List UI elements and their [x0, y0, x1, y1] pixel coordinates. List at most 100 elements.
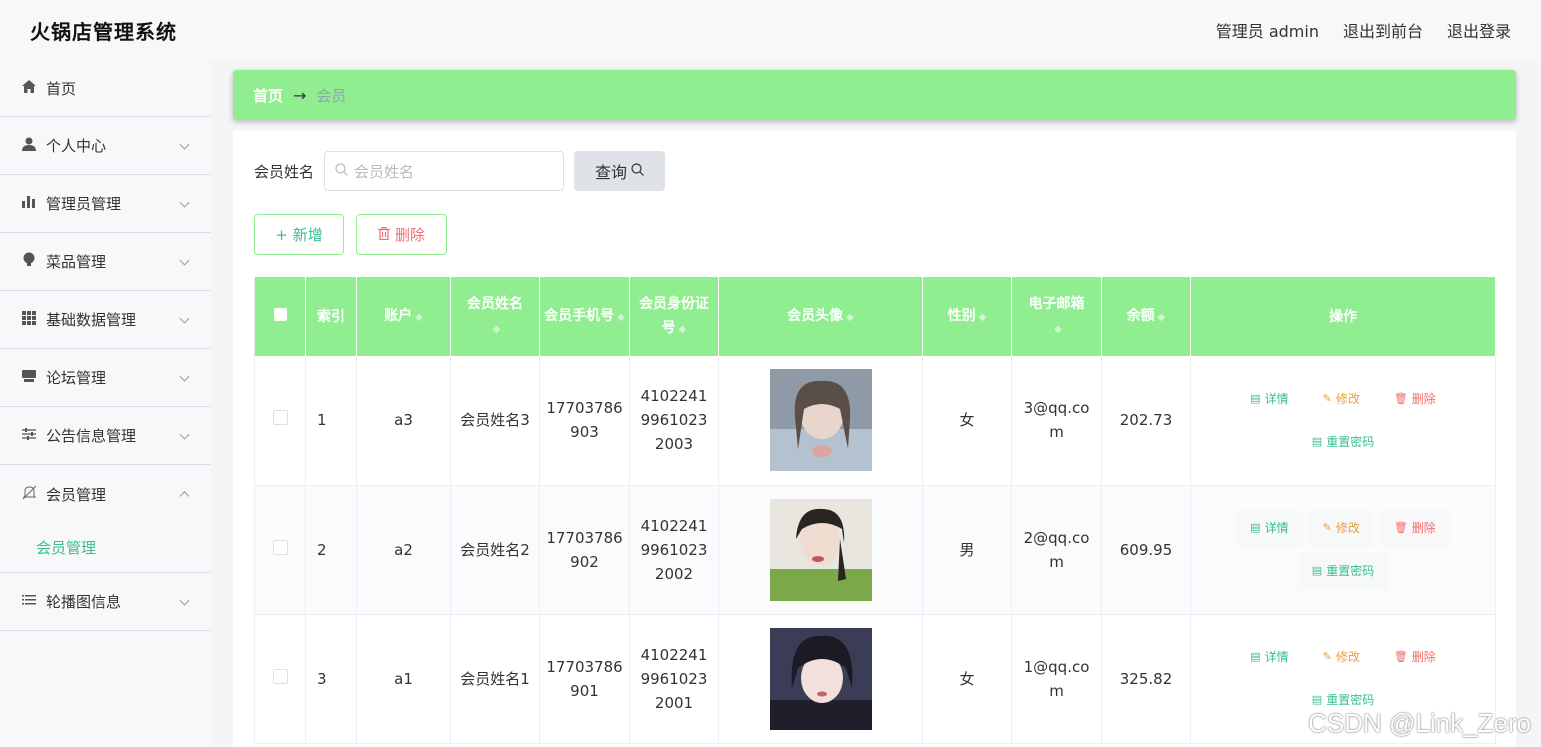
cell-gender: 女 [922, 614, 1012, 744]
edit-button[interactable]: ✎ 修改 [1308, 509, 1374, 547]
sort-icon: ◆ [978, 311, 987, 323]
sidebar-item-dishes[interactable]: 菜品管理 [0, 233, 210, 291]
sidebar-item-forum[interactable]: 论坛管理 [0, 349, 210, 407]
col-index: 索引 [305, 277, 357, 356]
document-icon: ▤ [1311, 564, 1323, 577]
main-panel: 会员姓名 会员姓名 查询 + 新增 删除 索引 账户 ◆ 会员姓名 ◆ 会员手机… [233, 131, 1516, 747]
cell-index: 1 [305, 356, 357, 486]
col-avatar[interactable]: 会员头像 ◆ [718, 277, 923, 356]
search-button[interactable]: 查询 [574, 151, 666, 191]
cell-account: a2 [356, 485, 451, 615]
delete-button[interactable]: 删除 [356, 214, 447, 255]
col-name[interactable]: 会员姓名 ◆ [450, 277, 540, 356]
chevron-down-icon [179, 429, 190, 440]
edit-button[interactable]: ✎ 修改 [1308, 380, 1374, 418]
cell-name: 会员姓名1 [450, 614, 540, 744]
breadcrumb-home[interactable]: 首页 [253, 85, 283, 106]
admin-label: 管理员 admin [1215, 22, 1319, 41]
logout-link[interactable]: 退出登录 [1447, 18, 1511, 42]
reset-password-button[interactable]: ▤ 重置密码 [1297, 423, 1389, 461]
bulb-icon [20, 252, 38, 271]
sort-icon: ◆ [846, 311, 854, 323]
cell-account: a1 [356, 614, 451, 744]
document-icon: ▤ [1250, 391, 1261, 405]
cell-balance: 325.82 [1101, 614, 1191, 744]
table-row: 2 a2 会员姓名2 17703786902 41022419961023200… [254, 485, 1496, 615]
cell-avatar [718, 356, 923, 486]
arrow-right-icon: → [293, 85, 307, 105]
chevron-down-icon [179, 313, 190, 324]
col-gender[interactable]: 性别 ◆ [922, 277, 1012, 356]
col-account[interactable]: 账户 ◆ [356, 277, 451, 356]
sidebar-item-label: 轮播图信息 [46, 593, 122, 611]
trash-icon [377, 226, 390, 244]
action-row: + 新增 删除 [254, 214, 447, 255]
add-button[interactable]: + 新增 [254, 214, 344, 255]
sidebar-item-home[interactable]: 首页 [0, 60, 210, 117]
members-table: 索引 账户 ◆ 会员姓名 ◆ 会员手机号 ◆ 会员身份证号 ◆ 会员头像 ◆ 性别 ◆ 电子… [254, 277, 1496, 744]
pencil-icon: ✎ [1322, 650, 1332, 663]
search-row: 会员姓名 会员姓名 查询 [254, 151, 666, 191]
sidebar-item-basedata[interactable]: 基础数据管理 [0, 291, 210, 349]
col-idcard[interactable]: 会员身份证号 ◆ [629, 277, 719, 356]
sidebar-item-label: 管理员管理 [46, 195, 122, 213]
exit-to-front-link[interactable]: 退出到前台 [1343, 18, 1423, 42]
detail-button[interactable]: ▤ 详情 [1236, 380, 1303, 418]
select-all-checkbox[interactable] [254, 277, 306, 356]
add-button-label: 新增 [292, 226, 323, 244]
chevron-down-icon [179, 371, 190, 382]
cell-index: 3 [305, 614, 357, 744]
app-title: 火锅店管理系统 [30, 19, 177, 44]
avatar [769, 498, 872, 601]
detail-button[interactable]: ▤ 详情 [1236, 509, 1303, 547]
sidebar-item-label: 菜品管理 [46, 253, 107, 271]
cell-idcard: 410224199610232001 [629, 614, 719, 744]
sidebar-item-members[interactable]: 会员管理 [0, 465, 210, 523]
search-input[interactable]: 会员姓名 [324, 151, 565, 191]
chevron-up-icon [179, 491, 190, 502]
cell-name: 会员姓名2 [450, 485, 540, 615]
top-header: 火锅店管理系统 管理员 admin 退出到前台 退出登录 [0, 0, 1541, 60]
delete-row-button[interactable]: 🗑︎ 删除 [1379, 509, 1450, 547]
chevron-down-icon [179, 197, 190, 208]
cell-index: 2 [305, 485, 357, 615]
row-checkbox[interactable] [254, 356, 306, 486]
pencil-icon: ✎ [1322, 521, 1332, 534]
sidebar-subitem-members[interactable]: 会员管理 [0, 523, 210, 573]
sliders-icon [20, 427, 38, 444]
delete-row-button[interactable]: 🗑︎ 删除 [1379, 638, 1450, 676]
avatar [769, 627, 872, 730]
table-header-row: 索引 账户 ◆ 会员姓名 ◆ 会员手机号 ◆ 会员身份证号 ◆ 会员头像 ◆ 性别 ◆ 电子… [254, 277, 1496, 356]
search-placeholder: 会员姓名 [354, 162, 415, 181]
col-balance[interactable]: 余额 ◆ [1101, 277, 1191, 356]
search-label: 会员姓名 [254, 162, 315, 181]
sidebar-item-label: 首页 [46, 79, 77, 98]
delete-button-label: 删除 [394, 226, 425, 244]
sidebar-item-notice[interactable]: 公告信息管理 [0, 407, 210, 465]
sidebar-item-label: 基础数据管理 [46, 311, 137, 329]
sort-icon: ◆ [1054, 323, 1062, 335]
sidebar-item-label: 会员管理 [46, 485, 107, 504]
cell-phone: 17703786901 [539, 614, 630, 744]
bar-chart-icon [20, 195, 38, 212]
sidebar-item-personal[interactable]: 个人中心 [0, 117, 210, 175]
edit-button[interactable]: ✎ 修改 [1308, 638, 1374, 676]
document-icon: ▤ [1311, 434, 1323, 448]
box-icon [20, 369, 38, 386]
reset-password-button[interactable]: ▤ 重置密码 [1297, 552, 1389, 590]
col-email[interactable]: 电子邮箱 ◆ [1011, 277, 1102, 356]
sidebar-item-carousel[interactable]: 轮播图信息 [0, 573, 210, 631]
row-checkbox[interactable] [254, 614, 306, 744]
detail-button[interactable]: ▤ 详情 [1236, 638, 1303, 676]
cell-gender: 女 [922, 356, 1012, 486]
user-icon [20, 137, 38, 155]
delete-row-button[interactable]: 🗑︎ 删除 [1379, 380, 1450, 418]
cell-avatar [718, 614, 923, 744]
header-actions: 管理员 admin 退出到前台 退出登录 [1216, 18, 1511, 42]
cell-name: 会员姓名3 [450, 356, 540, 486]
sidebar-item-admin[interactable]: 管理员管理 [0, 175, 210, 233]
cell-email: 1@qq.com [1011, 614, 1102, 744]
chevron-down-icon [179, 595, 190, 606]
col-phone[interactable]: 会员手机号 ◆ [539, 277, 630, 356]
row-checkbox[interactable] [254, 485, 306, 615]
